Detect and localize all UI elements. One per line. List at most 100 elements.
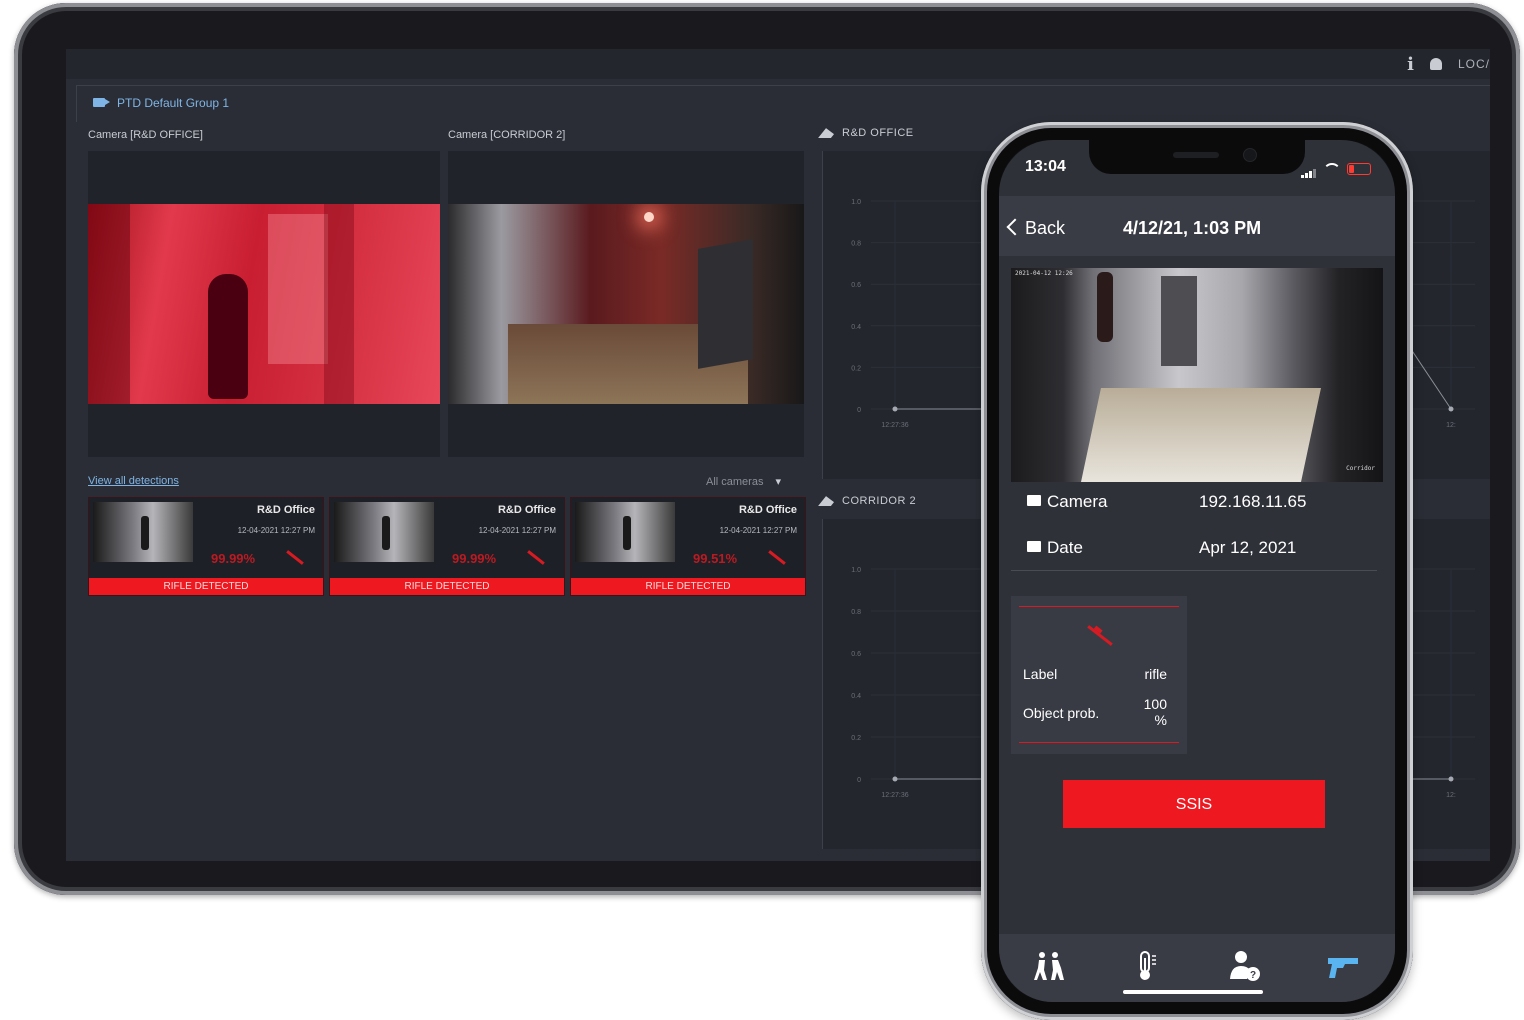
video-camera-icon [93, 98, 110, 107]
x-tick-label: 12:27:36 [881, 422, 908, 429]
prob-value: 100% [1143, 696, 1167, 728]
detection-location: R&D Office [738, 504, 797, 516]
detection-banner: RIFLE DETECTED [571, 578, 805, 595]
rifle-icon [286, 550, 304, 565]
chart-header-rd-office: R&D OFFICE [818, 127, 914, 139]
camera-eye-icon [818, 128, 834, 139]
detection-location: R&D Office [256, 504, 315, 516]
detection-thumbnail [93, 502, 193, 562]
rifle-icon [1087, 625, 1113, 646]
label-key: Label [1023, 666, 1058, 682]
detection-time: 12-04-2021 12:27 PM [237, 526, 315, 535]
battery-icon [1347, 163, 1371, 175]
camera-view-rd-office[interactable] [88, 151, 440, 457]
thermometer-icon[interactable] [1129, 948, 1165, 984]
detection-card[interactable]: R&D Office 12-04-2021 12:27 PM 99.99% RI… [329, 497, 565, 596]
chart-title: CORRIDOR 2 [842, 495, 917, 507]
page-title: 4/12/21, 1:03 PM [1123, 218, 1262, 238]
detection-thumbnail [575, 502, 675, 562]
back-label: Back [1025, 218, 1066, 238]
top-bar: i LOC/ [66, 49, 1490, 79]
date-value: Apr 12, 2021 [1199, 538, 1297, 557]
back-button[interactable]: Back [1006, 218, 1066, 239]
detection-card[interactable]: R&D Office 12-04-2021 12:27 PM 99.51% RI… [570, 497, 806, 596]
y-tick-label: 1.0 [851, 199, 861, 206]
y-tick-label: 0.6 [851, 651, 861, 658]
camera-row-label: Camera [1027, 492, 1107, 512]
calendar-icon [1027, 541, 1041, 552]
y-tick-label: 0.8 [851, 609, 861, 616]
data-point [892, 776, 898, 782]
snapshot-timestamp: 2021-04-12 12:26 [1015, 270, 1073, 277]
phone-screen: 13:04 Back 4/12/21, 1:03 PM 2021-04-12 1… [999, 140, 1395, 1002]
status-time: 13:04 [1025, 158, 1066, 175]
rifle-icon [768, 550, 786, 565]
camera-eye-icon [818, 496, 834, 507]
camera-ip-value: 192.168.11.65 [1199, 492, 1307, 511]
detection-snapshot[interactable]: 2021-04-12 12:26 Corridor [1011, 268, 1383, 482]
info-icon[interactable]: i [1407, 54, 1414, 75]
detection-thumbnail [334, 502, 434, 562]
chart-title: R&D OFFICE [842, 127, 914, 139]
detection-probability: 99.99% [211, 551, 256, 566]
y-tick-label: 0.8 [851, 241, 861, 248]
y-tick-label: 0.4 [851, 693, 861, 700]
data-point [1448, 406, 1454, 412]
people-fight-icon[interactable] [1031, 948, 1067, 984]
camera-filter-select[interactable]: All cameras ▾ [706, 475, 781, 488]
signal-icon [1301, 160, 1317, 178]
prob-key: Object prob. [1023, 705, 1100, 721]
y-tick-label: 0.6 [851, 282, 861, 289]
ssis-button[interactable]: SSIS [1063, 780, 1325, 828]
y-tick-label: 0.2 [851, 735, 861, 742]
detection-banner: RIFLE DETECTED [89, 578, 323, 595]
detection-probability: 99.99% [452, 551, 497, 566]
x-tick-label: 12:27:36 [881, 792, 908, 799]
camera-group-tab[interactable]: PTD Default Group 1 [76, 85, 1490, 122]
detection-banner: RIFLE DETECTED [330, 578, 564, 595]
camera-title-corridor-2: Camera [CORRIDOR 2] [448, 129, 566, 141]
data-point [892, 406, 898, 412]
y-tick-label: 0 [857, 407, 861, 414]
x-tick-label: 12: [1446, 422, 1456, 429]
home-indicator [1123, 990, 1263, 994]
snapshot-caption: Corridor [1346, 465, 1375, 472]
camera-feed-rd-office [88, 204, 440, 404]
y-tick-label: 0.2 [851, 365, 861, 372]
y-tick-label: 0.4 [851, 324, 861, 331]
camera-title-rd-office: Camera [R&D OFFICE] [88, 129, 203, 141]
detection-location: R&D Office [497, 504, 556, 516]
camera-feed-corridor-2 [448, 204, 804, 404]
detection-time: 12-04-2021 12:27 PM [478, 526, 556, 535]
chevron-left-icon [1006, 218, 1024, 236]
svg-text:?: ? [1250, 970, 1256, 981]
chevron-down-icon: ▾ [775, 476, 781, 488]
phone-device: 13:04 Back 4/12/21, 1:03 PM 2021-04-12 1… [981, 122, 1413, 1020]
divider [1011, 570, 1377, 571]
label-value: rifle [1144, 666, 1167, 682]
date-row-label: Date [1027, 538, 1083, 558]
phone-notch [1089, 140, 1305, 174]
detection-detail-card: Label rifle Object prob. 100% [1011, 596, 1187, 754]
bell-icon[interactable] [1429, 58, 1442, 70]
video-camera-icon [1027, 495, 1041, 506]
detection-probability: 99.51% [693, 551, 738, 566]
view-all-detections-link[interactable]: View all detections [88, 475, 179, 487]
data-point [1448, 776, 1454, 782]
group-label: PTD Default Group 1 [117, 96, 230, 110]
person-question-icon[interactable]: ? [1227, 948, 1263, 984]
y-tick-label: 1.0 [851, 567, 861, 574]
x-tick-label: 12: [1446, 792, 1456, 799]
nav-bar: Back 4/12/21, 1:03 PM [999, 196, 1395, 256]
status-icons [1301, 160, 1371, 178]
y-tick-label: 0 [857, 777, 861, 784]
camera-filter-value: All cameras [706, 476, 764, 488]
detection-card[interactable]: R&D Office 12-04-2021 12:27 PM 99.99% RI… [88, 497, 324, 596]
rifle-icon [527, 550, 545, 565]
wifi-icon [1323, 163, 1341, 175]
chart-header-corridor-2: CORRIDOR 2 [818, 495, 916, 507]
gun-icon[interactable] [1325, 948, 1361, 984]
detection-time: 12-04-2021 12:27 PM [719, 526, 797, 535]
user-menu[interactable]: LOC/ [1458, 57, 1490, 71]
camera-view-corridor-2[interactable] [448, 151, 804, 457]
